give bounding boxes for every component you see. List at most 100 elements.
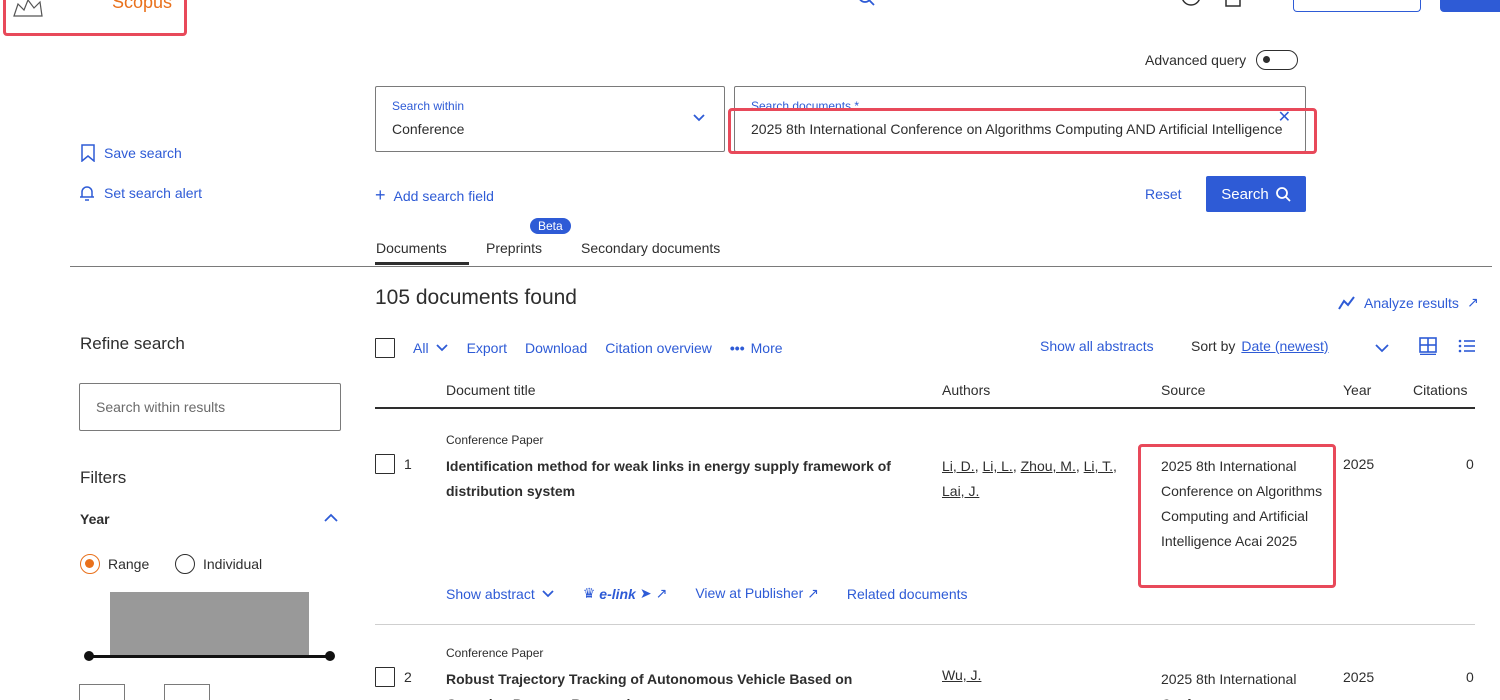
scopus-logo-text[interactable]: Scopus bbox=[112, 0, 172, 13]
show-abstract-button[interactable]: Show abstract bbox=[446, 586, 555, 602]
tab-preprints[interactable]: Preprints bbox=[486, 240, 542, 256]
toggle-switch[interactable] bbox=[1256, 50, 1299, 70]
all-dropdown[interactable]: All bbox=[413, 340, 449, 356]
advanced-query-toggle[interactable]: Advanced query bbox=[1145, 50, 1299, 70]
elsevier-tree-logo-icon[interactable] bbox=[10, 0, 46, 18]
save-search-link[interactable]: Save search bbox=[80, 144, 182, 162]
year-range-radio[interactable]: Range bbox=[80, 554, 149, 574]
bell-icon bbox=[80, 186, 94, 201]
bookmark-icon bbox=[81, 144, 95, 162]
search-button[interactable]: Search bbox=[1206, 176, 1306, 212]
export-button[interactable]: Export bbox=[467, 340, 507, 356]
results-toolbar: All Export Download Citation overview ••… bbox=[375, 338, 783, 358]
external-link-icon: ↗ bbox=[807, 585, 819, 601]
documents-found-count: 105 documents found bbox=[375, 286, 577, 309]
search-within-select[interactable]: Search within Conference bbox=[375, 86, 725, 152]
select-all-checkbox[interactable] bbox=[375, 338, 395, 358]
publisher-label: View at Publisher bbox=[695, 585, 804, 601]
citation-overview-button[interactable]: Citation overview bbox=[605, 340, 712, 356]
help-icon[interactable] bbox=[1180, 0, 1202, 12]
download-button[interactable]: Download bbox=[525, 340, 587, 356]
sort-by-control[interactable]: Sort by Date (newest) bbox=[1191, 338, 1329, 354]
document-icon[interactable] bbox=[1222, 0, 1244, 14]
search-within-results-input[interactable]: Search within results bbox=[79, 383, 341, 431]
search-button-label: Search bbox=[1221, 185, 1269, 203]
document-title-link[interactable]: Robust Trajectory Tracking of Autonomous… bbox=[446, 667, 916, 700]
add-field-label: Add search field bbox=[393, 187, 494, 204]
year-from-input[interactable] bbox=[79, 684, 125, 700]
reset-button[interactable]: Reset bbox=[1145, 186, 1182, 202]
top-outline-button[interactable] bbox=[1293, 0, 1421, 12]
filters-heading: Filters bbox=[80, 468, 127, 487]
row-checkbox[interactable] bbox=[375, 454, 395, 474]
show-all-abstracts-button[interactable]: Show all abstracts bbox=[1040, 338, 1154, 354]
row-number: 1 bbox=[404, 456, 412, 472]
chevron-down-icon[interactable] bbox=[1374, 340, 1390, 356]
tabs-divider bbox=[70, 266, 1492, 267]
set-search-alert-link[interactable]: Set search alert bbox=[78, 184, 202, 202]
year-to-input[interactable] bbox=[164, 684, 210, 700]
analyze-results-link[interactable]: Analyze results ↗ bbox=[1338, 294, 1479, 311]
year-slider-handle-max[interactable] bbox=[325, 651, 335, 661]
tab-secondary-documents[interactable]: Secondary documents bbox=[581, 240, 720, 256]
column-header-citations[interactable]: Citations bbox=[1413, 382, 1467, 398]
top-primary-button[interactable] bbox=[1440, 0, 1500, 12]
active-tab-underline bbox=[375, 262, 469, 265]
elink-button[interactable]: ♛ e-link ➤ ↗ bbox=[583, 585, 668, 602]
list-view-icon[interactable] bbox=[1458, 337, 1476, 355]
more-button[interactable]: ••• More bbox=[730, 340, 783, 356]
row-number: 2 bbox=[404, 669, 412, 685]
year-value: 2025 bbox=[1343, 456, 1375, 472]
view-at-publisher-link[interactable]: View at Publisher ↗ bbox=[695, 585, 819, 602]
chevron-down-icon bbox=[542, 589, 554, 597]
show-abstract-label: Show abstract bbox=[446, 585, 535, 602]
column-header-source[interactable]: Source bbox=[1161, 382, 1205, 398]
year-slider-track[interactable] bbox=[88, 655, 330, 658]
add-search-field-button[interactable]: + Add search field bbox=[375, 185, 494, 206]
table-view-icon[interactable] bbox=[1419, 337, 1437, 355]
analyze-results-label: Analyze results bbox=[1364, 294, 1459, 311]
beta-badge: Beta bbox=[530, 218, 571, 234]
search-query-highlight-box bbox=[728, 108, 1317, 154]
author-link[interactable]: Li, D. bbox=[942, 458, 975, 474]
advanced-query-label: Advanced query bbox=[1145, 52, 1247, 68]
radio-unselected[interactable] bbox=[175, 554, 195, 574]
radio-selected[interactable] bbox=[80, 554, 100, 574]
row-divider bbox=[375, 624, 1475, 625]
year-individual-radio[interactable]: Individual bbox=[175, 554, 262, 574]
range-label: Range bbox=[108, 556, 150, 572]
column-header-title[interactable]: Document title bbox=[446, 382, 535, 398]
plus-icon: + bbox=[375, 185, 386, 205]
external-link-icon: ↗ bbox=[655, 585, 668, 601]
year-value: 2025 bbox=[1343, 669, 1375, 685]
year-histogram-bar bbox=[110, 592, 309, 656]
row-checkbox[interactable] bbox=[375, 667, 395, 687]
author-link[interactable]: Lai, J. bbox=[942, 483, 979, 499]
document-title-link[interactable]: Identification method for weak links in … bbox=[446, 454, 916, 504]
year-filter-label: Year bbox=[80, 511, 110, 527]
source-highlight-box bbox=[1138, 444, 1336, 588]
search-icon[interactable] bbox=[858, 0, 876, 12]
more-dots-icon: ••• bbox=[729, 340, 745, 356]
author-link[interactable]: Zhou, M. bbox=[1021, 458, 1076, 474]
author-link[interactable]: Li, L. bbox=[982, 458, 1012, 474]
sort-by-value[interactable]: Date (newest) bbox=[1241, 338, 1328, 354]
chevron-up-icon[interactable] bbox=[323, 510, 339, 526]
source-title[interactable]: 2025 8th International Conference on bbox=[1161, 667, 1331, 700]
author-link[interactable]: Wu, J. bbox=[942, 667, 981, 683]
column-header-year[interactable]: Year bbox=[1343, 382, 1371, 398]
column-header-authors[interactable]: Authors bbox=[942, 382, 990, 398]
search-within-value: Conference bbox=[392, 121, 465, 137]
related-documents-link[interactable]: Related documents bbox=[847, 586, 968, 602]
chevron-down-icon bbox=[693, 114, 705, 122]
document-type: Conference Paper bbox=[446, 646, 544, 660]
external-link-icon: ↗ bbox=[1466, 294, 1479, 310]
more-label: More bbox=[750, 340, 783, 356]
refine-search-heading: Refine search bbox=[80, 334, 185, 353]
tab-documents[interactable]: Documents bbox=[376, 240, 447, 256]
all-label: All bbox=[413, 340, 429, 356]
citations-value: 0 bbox=[1466, 456, 1474, 472]
chevron-down-icon bbox=[435, 344, 448, 352]
year-slider-handle-min[interactable] bbox=[84, 651, 94, 661]
author-link[interactable]: Li, T. bbox=[1084, 458, 1113, 474]
